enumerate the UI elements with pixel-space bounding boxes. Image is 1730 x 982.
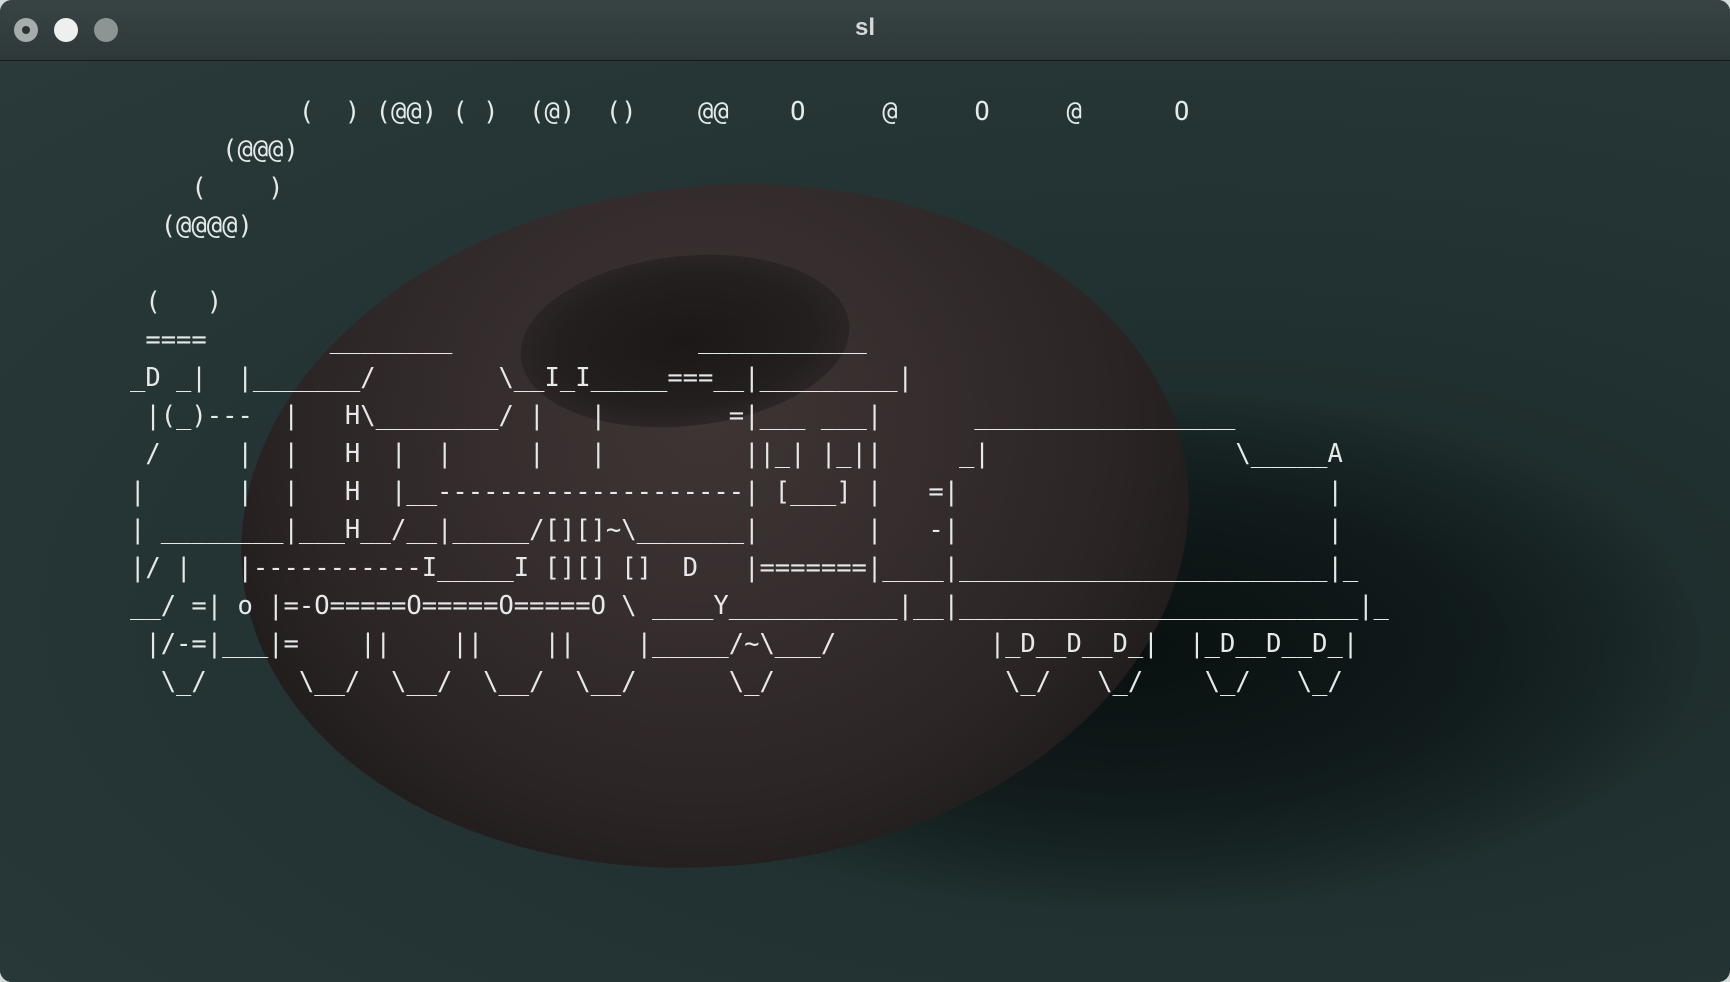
ascii-art-line: |/-=|___|= || || || |_____/~\___/ |_D__D… <box>130 629 1359 659</box>
ascii-art-line: _D _| |_______/ \__I_I_____===__|_______… <box>130 363 913 393</box>
ascii-art-line: / | | H | | | | ||_| |_|| _| \_____A <box>130 439 1343 469</box>
ascii-art-line: (@@@@) <box>130 211 253 241</box>
ascii-art-line: \_/ \__/ \__/ \__/ \__/ \_/ \_/ \_/ \_/ … <box>130 667 1343 697</box>
terminal-window: sl ( ) (@@) ( ) (@) () @@ O @ O @ O (@@@… <box>0 0 1730 982</box>
ascii-art-line: ( ) <box>130 173 284 203</box>
ascii-train-art: ( ) (@@) ( ) (@) () @@ O @ O @ O (@@@) (… <box>130 93 1389 701</box>
ascii-art-line: ( ) (@@) ( ) (@) () @@ O @ O @ O <box>130 97 1190 127</box>
ascii-art-line: | | | H |__--------------------| [___] |… <box>130 477 1343 507</box>
ascii-art-line: |(_)--- | H\________/ | | =|___ ___| ___… <box>130 401 1236 431</box>
terminal-content-area[interactable]: ( ) (@@) ( ) (@) () @@ O @ O @ O (@@@) (… <box>0 61 1730 982</box>
ascii-art-line: |/ | |-----------I_____I [][] [] D |====… <box>130 553 1359 583</box>
ascii-art-line: ( ) <box>130 287 223 317</box>
ascii-art-line: (@@@) <box>130 135 299 165</box>
title-bar[interactable]: sl <box>0 0 1730 61</box>
ascii-art-line <box>130 245 1389 283</box>
ascii-art-line: __/ =| o |=-O=====O=====O=====O \ ____Y_… <box>130 591 1389 621</box>
window-title: sl <box>854 14 875 41</box>
ascii-art-line: ==== ________ ___________ <box>130 325 867 355</box>
ascii-art-line: | ________|___H__/__|_____/[][]~\_______… <box>130 515 1343 545</box>
